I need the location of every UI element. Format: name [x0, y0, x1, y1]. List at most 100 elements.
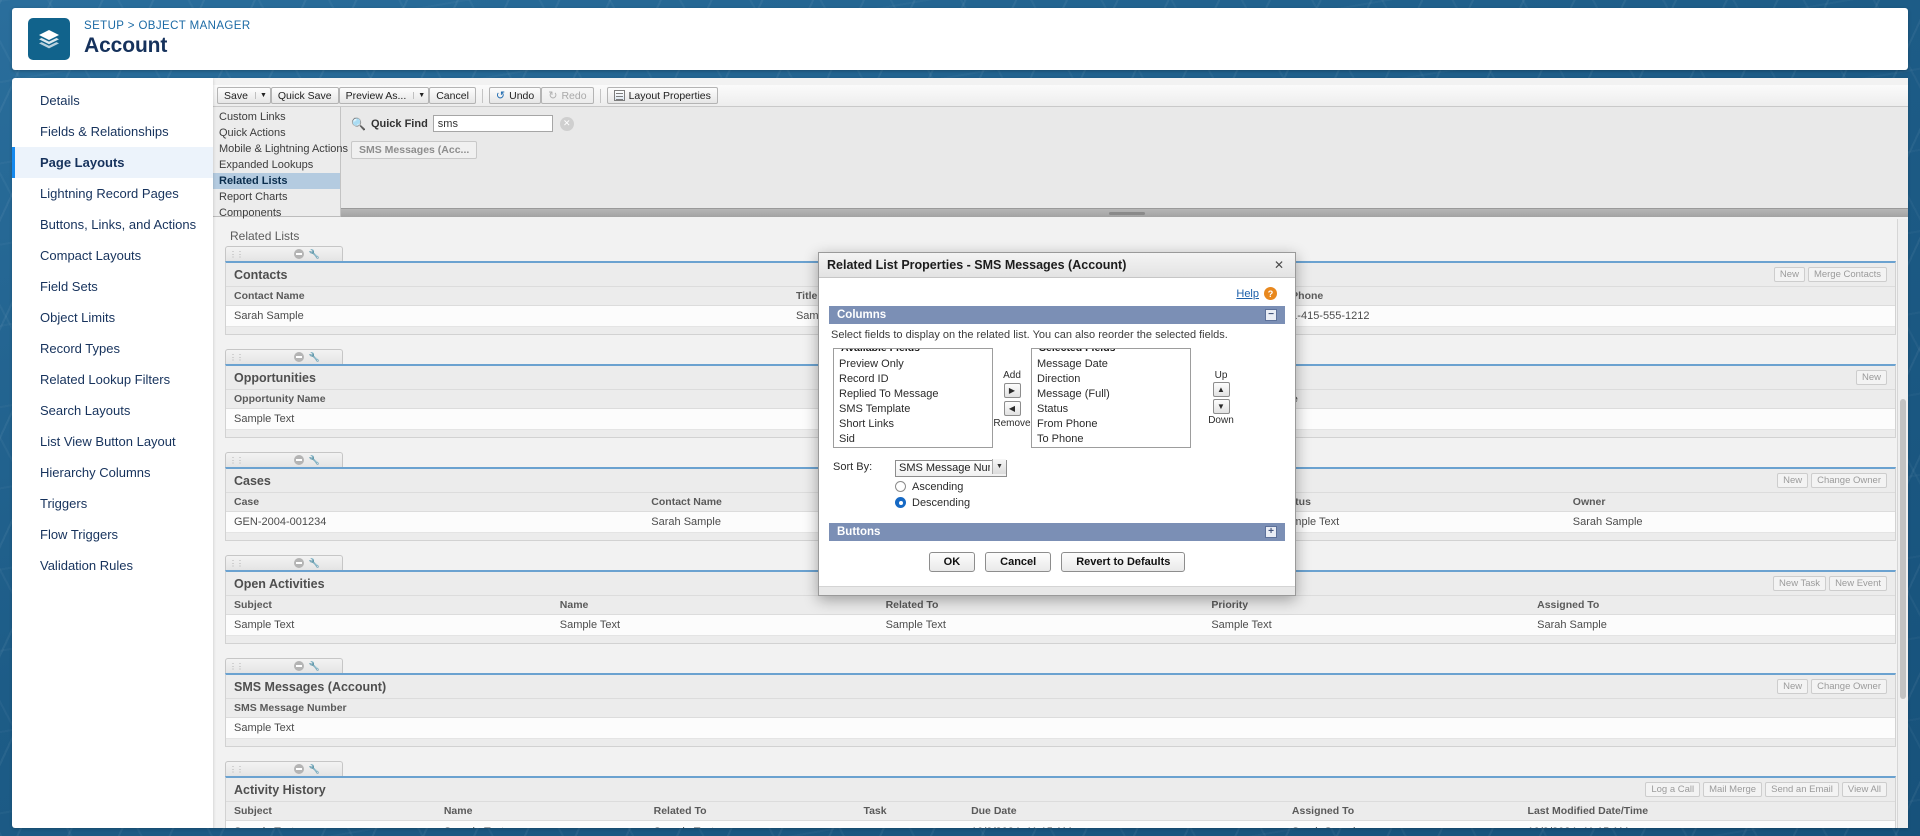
help-question-icon[interactable]: ? [1264, 287, 1277, 300]
wrench-icon[interactable]: 🔧 [309, 661, 320, 672]
add-button[interactable]: ▶ [1003, 383, 1021, 398]
related-list-drag-handle[interactable]: ⋮⋮ 🔧 [225, 349, 343, 364]
related-list-drag-handle[interactable]: ⋮⋮ 🔧 [225, 658, 343, 673]
available-field-option[interactable]: Replied To Message [834, 387, 992, 402]
clear-search-icon[interactable]: ✕ [559, 116, 574, 131]
sort-descending-row[interactable]: Descending [829, 493, 1285, 509]
layout-properties-button[interactable]: Layout Properties [606, 87, 718, 104]
palette-category-report-charts[interactable]: Report Charts [213, 189, 340, 205]
available-fields-list[interactable]: Preview Only Record ID Replied To Message S… [834, 349, 992, 448]
sort-by-select[interactable]: SMS Message NumberMessage DateDirectionS… [895, 459, 1007, 477]
descending-label[interactable]: Descending [912, 497, 970, 509]
available-field-option[interactable]: Short Links [834, 417, 992, 432]
selected-field-option[interactable]: To Phone [1032, 432, 1190, 447]
selected-field-option[interactable]: SMS Message Number [1032, 447, 1190, 448]
collapse-icon[interactable] [293, 351, 304, 362]
related-list-action-button[interactable]: New Task [1773, 576, 1827, 591]
ok-button[interactable]: OK [928, 551, 976, 572]
related-list-action-button[interactable]: View All [1841, 782, 1887, 797]
dialog-cancel-button[interactable]: Cancel [985, 551, 1052, 572]
sidebar-item-buttons-links-and-actions[interactable]: Buttons, Links, and Actions [12, 209, 213, 240]
palette-category-quick-actions[interactable]: Quick Actions [213, 125, 340, 141]
collapse-icon[interactable] [293, 454, 304, 465]
cancel-button[interactable]: Cancel [429, 87, 476, 104]
move-up-button[interactable]: ▲ [1212, 382, 1230, 397]
palette-item-sms-messages[interactable]: SMS Messages (Acc... [351, 141, 478, 159]
selected-field-option[interactable]: Status [1032, 402, 1190, 417]
available-field-option[interactable]: Record ID [834, 372, 992, 387]
wrench-icon[interactable]: 🔧 [309, 249, 320, 260]
wrench-icon[interactable]: 🔧 [309, 558, 320, 569]
sort-ascending-row[interactable]: Ascending [829, 477, 1285, 493]
related-list-block[interactable]: ⋮⋮ 🔧 SMS Messages (Account) New Change Owner… [225, 658, 1896, 747]
columns-collapse-button[interactable]: − [1265, 309, 1277, 321]
breadcrumb[interactable]: SETUP > OBJECT MANAGER [84, 20, 251, 32]
wrench-icon[interactable]: 🔧 [309, 764, 320, 775]
canvas-scrollbar-thumb[interactable] [1900, 399, 1906, 699]
palette-category-expanded-lookups[interactable]: Expanded Lookups [213, 157, 340, 173]
selected-field-option[interactable]: Direction [1032, 372, 1190, 387]
preview-as-button[interactable]: Preview As... ▼ [338, 87, 430, 104]
related-list-drag-handle[interactable]: ⋮⋮ 🔧 [225, 761, 343, 776]
sidebar-item-field-sets[interactable]: Field Sets [12, 271, 213, 302]
sidebar-item-compact-layouts[interactable]: Compact Layouts [12, 240, 213, 271]
related-list-drag-handle[interactable]: ⋮⋮ 🔧 [225, 555, 343, 570]
help-link[interactable]: Help [1236, 288, 1259, 300]
related-list-drag-handle[interactable]: ⋮⋮ 🔧 [225, 452, 343, 467]
available-field-option[interactable]: Sid [834, 432, 992, 447]
available-field-option[interactable]: SMS Template [834, 402, 992, 417]
chevron-down-icon[interactable]: ▼ [254, 92, 267, 99]
related-list-action-button[interactable]: Change Owner [1811, 679, 1887, 694]
palette-category-custom-links[interactable]: Custom Links [213, 109, 340, 125]
descending-radio[interactable] [895, 497, 906, 508]
related-list-block[interactable]: ⋮⋮ 🔧 Activity History Log a Call Mail Merge S… [225, 761, 1896, 828]
selected-field-option[interactable]: Message (Full) [1032, 387, 1190, 402]
sidebar-item-list-view-button-layout[interactable]: List View Button Layout [12, 426, 213, 457]
sidebar-item-flow-triggers[interactable]: Flow Triggers [12, 519, 213, 550]
related-list-action-button[interactable]: Change Owner [1811, 473, 1887, 488]
close-icon[interactable]: ✕ [1271, 259, 1287, 271]
collapse-icon[interactable] [293, 763, 304, 774]
collapse-icon[interactable] [293, 557, 304, 568]
sidebar-item-page-layouts[interactable]: Page Layouts [12, 147, 213, 178]
related-list-action-button[interactable]: Send an Email [1765, 782, 1839, 797]
related-list-action-button[interactable]: New [1777, 679, 1809, 694]
related-list-drag-handle[interactable]: ⋮⋮ 🔧 [225, 246, 343, 261]
sidebar-item-related-lookup-filters[interactable]: Related Lookup Filters [12, 364, 213, 395]
sidebar-item-details[interactable]: Details [12, 85, 213, 116]
related-list-action-button[interactable]: New [1773, 267, 1805, 282]
sidebar-item-lightning-record-pages[interactable]: Lightning Record Pages [12, 178, 213, 209]
wrench-icon[interactable]: 🔧 [309, 352, 320, 363]
undo-button[interactable]: ↺ Undo [488, 87, 542, 104]
canvas-scrollbar[interactable] [1897, 219, 1908, 828]
selected-field-option[interactable]: Message Date [1032, 357, 1190, 372]
available-field-option[interactable]: To [834, 447, 992, 448]
revert-to-defaults-button[interactable]: Revert to Defaults [1061, 551, 1186, 572]
ascending-label[interactable]: Ascending [912, 481, 963, 493]
related-list-action-button[interactable]: New Event [1829, 576, 1887, 591]
remove-button[interactable]: ◀ [1003, 401, 1021, 416]
ascending-radio[interactable] [895, 481, 906, 492]
collapse-icon[interactable] [293, 660, 304, 671]
related-list-action-button[interactable]: Mail Merge [1703, 782, 1763, 797]
sidebar-item-fields-relationships[interactable]: Fields & Relationships [12, 116, 213, 147]
selected-field-option[interactable]: From Phone [1032, 417, 1190, 432]
related-list-action-button[interactable]: Merge Contacts [1807, 267, 1887, 282]
sidebar-item-validation-rules[interactable]: Validation Rules [12, 550, 213, 581]
sidebar-item-search-layouts[interactable]: Search Layouts [12, 395, 213, 426]
collapse-icon[interactable] [293, 248, 304, 259]
palette-category-mobile-lightning-actions[interactable]: Mobile & Lightning Actions [213, 141, 348, 157]
related-list-action-button[interactable]: New [1855, 370, 1887, 385]
selected-fields-list[interactable]: Message Date Direction Message (Full) Statu… [1032, 349, 1190, 448]
available-field-option[interactable]: Preview Only [834, 357, 992, 372]
quick-find-input[interactable] [432, 115, 553, 132]
wrench-icon[interactable]: 🔧 [309, 455, 320, 466]
save-button[interactable]: Save ▼ [217, 87, 271, 104]
palette-scrollbar[interactable] [341, 208, 1908, 217]
quick-save-button[interactable]: Quick Save [270, 87, 339, 104]
buttons-expand-button[interactable]: + [1265, 525, 1277, 538]
related-list-action-button[interactable]: New [1777, 473, 1809, 488]
palette-category-related-lists[interactable]: Related Lists [213, 173, 340, 189]
sidebar-item-triggers[interactable]: Triggers [12, 488, 213, 519]
chevron-down-icon[interactable]: ▼ [413, 92, 425, 99]
